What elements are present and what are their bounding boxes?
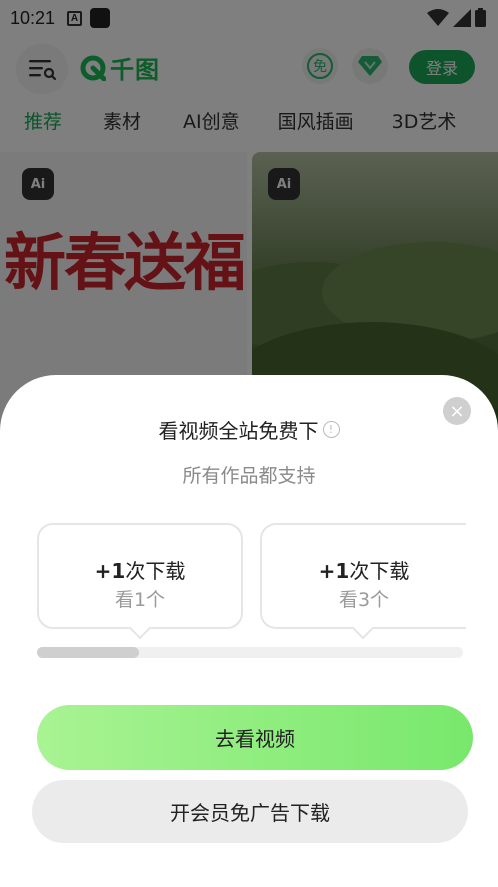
option-count-suffix: 次下载: [125, 559, 186, 583]
reward-option-1[interactable]: +1次下载 看1个: [37, 523, 243, 640]
option-count-prefix: +1: [94, 559, 126, 583]
option-pointer: [351, 616, 375, 640]
option-count-prefix: +1: [318, 559, 350, 583]
reward-progress-fill: [37, 647, 140, 658]
option-count: +1次下载: [262, 555, 466, 584]
become-member-button[interactable]: 开会员免广告下载: [32, 780, 468, 843]
reward-progress-bar: [37, 647, 463, 658]
option-pointer: [128, 616, 152, 640]
info-icon[interactable]: !: [322, 421, 340, 438]
sheet-title-text: 看视频全站免费下: [158, 419, 319, 443]
option-requirement: 看3个: [338, 589, 390, 611]
option-count-suffix: 次下载: [349, 559, 410, 583]
watch-video-button[interactable]: 去看视频: [37, 705, 473, 770]
sheet-subtitle: 所有作品都支持: [182, 465, 316, 487]
sheet-title: 看视频全站免费下 !: [0, 415, 498, 444]
option-count: +1次下载: [39, 555, 241, 584]
reward-option-2[interactable]: +1次下载 看3个: [260, 523, 466, 640]
option-requirement: 看1个: [114, 589, 166, 611]
free-download-sheet: × 看视频全站免费下 ! 所有作品都支持 +1次下载 看1个 +1次下载 看3个…: [0, 375, 498, 887]
